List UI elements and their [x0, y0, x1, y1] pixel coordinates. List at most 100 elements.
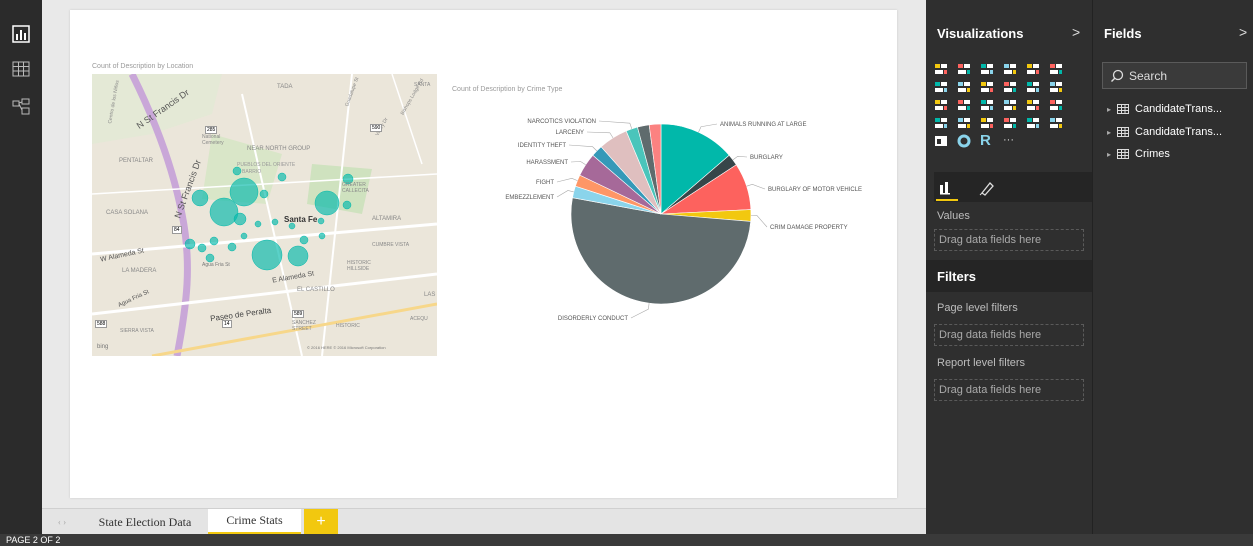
map-label: SANCHEZ STREET: [292, 320, 316, 332]
gauge-icon[interactable]: [980, 116, 994, 130]
pie-slice-label: HARASSMENT: [526, 160, 568, 166]
matrix-icon[interactable]: [1049, 98, 1063, 112]
pie-slice-label: BURGLARY OF MOTOR VEHICLE: [768, 187, 862, 193]
field-table-name: CandidateTrans...: [1135, 103, 1223, 115]
route-shield: 589: [292, 310, 305, 318]
expand-icon: ▸: [1107, 127, 1112, 137]
pie-chart[interactable]: ANIMALS RUNNING AT LARGE BURGLARY BURGLARY…: [450, 100, 890, 340]
map-label: PUEBLOS DEL ORIENTE: [237, 162, 296, 168]
stacked-area-icon[interactable]: [980, 80, 994, 94]
funnel-icon[interactable]: [957, 116, 971, 130]
active-subtab-indicator: [936, 199, 958, 201]
collapse-fields-icon[interactable]: >: [1239, 24, 1247, 40]
map-label: CASA SOLANA: [106, 210, 149, 216]
tab-crime-stats[interactable]: Crime Stats: [208, 509, 301, 535]
tab-scroll-arrows[interactable]: ‹ ›: [46, 509, 78, 535]
map-label: National Cemetery: [202, 134, 224, 146]
table-icon[interactable]: [1026, 98, 1040, 112]
pie-slice-label: IDENTITY THEFT: [518, 143, 566, 149]
map-label: BARRIO: [242, 169, 262, 175]
field-table-item[interactable]: ▸ CandidateTrans...: [1107, 103, 1222, 115]
format-paint-roller-icon[interactable]: [978, 178, 996, 201]
donut-icon[interactable]: [957, 134, 971, 148]
route-shield: 285: [205, 126, 218, 134]
kpi-icon[interactable]: [1049, 116, 1063, 130]
clustered-column-icon[interactable]: [1003, 62, 1017, 76]
page-filters-drop-zone[interactable]: Drag data fields here: [934, 324, 1084, 346]
map-label: HISTORIC: [336, 323, 360, 329]
line-column-icon[interactable]: [1003, 80, 1017, 94]
pane-subtabs: [934, 172, 1092, 202]
route-shield: 14: [222, 320, 232, 328]
collapse-visualizations-icon[interactable]: >: [1072, 24, 1080, 40]
treemap-icon[interactable]: [980, 98, 994, 112]
filled-map-icon[interactable]: [934, 116, 948, 130]
map-label: EL CASTILLO: [297, 287, 335, 293]
filters-title: Filters: [937, 269, 977, 284]
100-column-icon[interactable]: [1049, 62, 1063, 76]
report-view-icon[interactable]: [10, 23, 32, 45]
map-label: PENTALTAR: [119, 158, 154, 164]
search-box[interactable]: Search: [1102, 62, 1247, 89]
visualizations-pane: Visualizations > R ··· Values Drag data f…: [926, 0, 1092, 534]
pie-leader-line: [570, 161, 586, 166]
pie-leader-line: [598, 120, 633, 129]
card-icon[interactable]: [1003, 116, 1017, 130]
fields-well-icon[interactable]: [938, 178, 956, 201]
stacked-column-icon[interactable]: [957, 62, 971, 76]
pie-leader-line: [556, 178, 578, 183]
scatter-chart-icon[interactable]: [934, 98, 948, 112]
search-placeholder: Search: [1129, 69, 1168, 83]
pie-leader-line: [568, 144, 598, 152]
area-chart-icon[interactable]: [957, 80, 971, 94]
line-clustered-icon[interactable]: [1026, 80, 1040, 94]
line-chart-icon[interactable]: [934, 80, 948, 94]
more-visuals-icon[interactable]: ···: [1003, 134, 1017, 148]
table-icon: [1117, 127, 1130, 137]
add-page-button[interactable]: +: [304, 509, 338, 535]
map-label: CUMBRE VISTA: [372, 242, 410, 248]
report-filters-drop-zone[interactable]: Drag data fields here: [934, 379, 1084, 401]
field-table-item[interactable]: ▸ CandidateTrans...: [1107, 126, 1222, 138]
pie-slice-label: LARCENY: [556, 130, 584, 136]
relationships-view-icon[interactable]: [10, 96, 32, 118]
map-attribution: © 2016 HERE © 2016 Microsoft Corporation: [307, 345, 386, 350]
pie-slice-label: FIGHT: [536, 180, 554, 186]
stacked-bar-icon[interactable]: [934, 62, 948, 76]
view-switcher-rail: [0, 0, 42, 534]
map-label: Santa Fe: [284, 215, 318, 224]
map-label: LAS: [424, 292, 436, 298]
r-visual-icon[interactable]: R: [980, 132, 994, 149]
100-bar-icon[interactable]: [1026, 62, 1040, 76]
map-visual[interactable]: N St Francis Dr N St Francis Dr TADA Gua…: [92, 74, 437, 356]
pie-leader-line: [630, 303, 650, 319]
data-view-icon[interactable]: [10, 58, 32, 80]
clustered-bar-icon[interactable]: [980, 62, 994, 76]
map-label: GREATER CALLECITA: [342, 182, 369, 194]
pie-leader-line: [732, 155, 748, 161]
slicer-icon[interactable]: [934, 134, 948, 148]
map-label: SIERRA VISTA: [120, 328, 154, 334]
pie-slice-label: NARCOTICS VIOLATION: [527, 119, 596, 125]
values-label: Values: [937, 210, 970, 222]
field-table-item[interactable]: ▸ Crimes: [1107, 148, 1170, 160]
tab-state-election-data[interactable]: State Election Data: [82, 509, 208, 535]
pie-slice-label: CRIM DAMAGE PROPERTY: [770, 225, 848, 231]
pie-leader-line: [698, 123, 718, 133]
values-drop-zone[interactable]: Drag data fields here: [934, 229, 1084, 251]
route-shield: 84: [172, 226, 182, 234]
ribbon-chart-icon[interactable]: [1049, 80, 1063, 94]
map-label: ACEQU: [410, 316, 428, 322]
map-label: ALTAMIRA: [372, 216, 402, 222]
map-visual-title: Count of Description by Location: [92, 63, 194, 70]
status-bar: PAGE 2 OF 2: [0, 534, 1253, 546]
pie-leader-line: [556, 190, 574, 198]
multi-row-card-icon[interactable]: [1026, 116, 1040, 130]
expand-icon: ▸: [1107, 104, 1112, 114]
pie-chart-icon[interactable]: [957, 98, 971, 112]
fields-pane: Fields > Search ▸ CandidateTrans... ▸ Ca…: [1092, 0, 1253, 534]
map-icon[interactable]: [1003, 98, 1017, 112]
bing-logo: bing: [97, 344, 109, 350]
map-label: Agua Fria St: [202, 262, 230, 268]
page-tab-bar: ‹ › State Election Data Crime Stats +: [42, 508, 926, 535]
